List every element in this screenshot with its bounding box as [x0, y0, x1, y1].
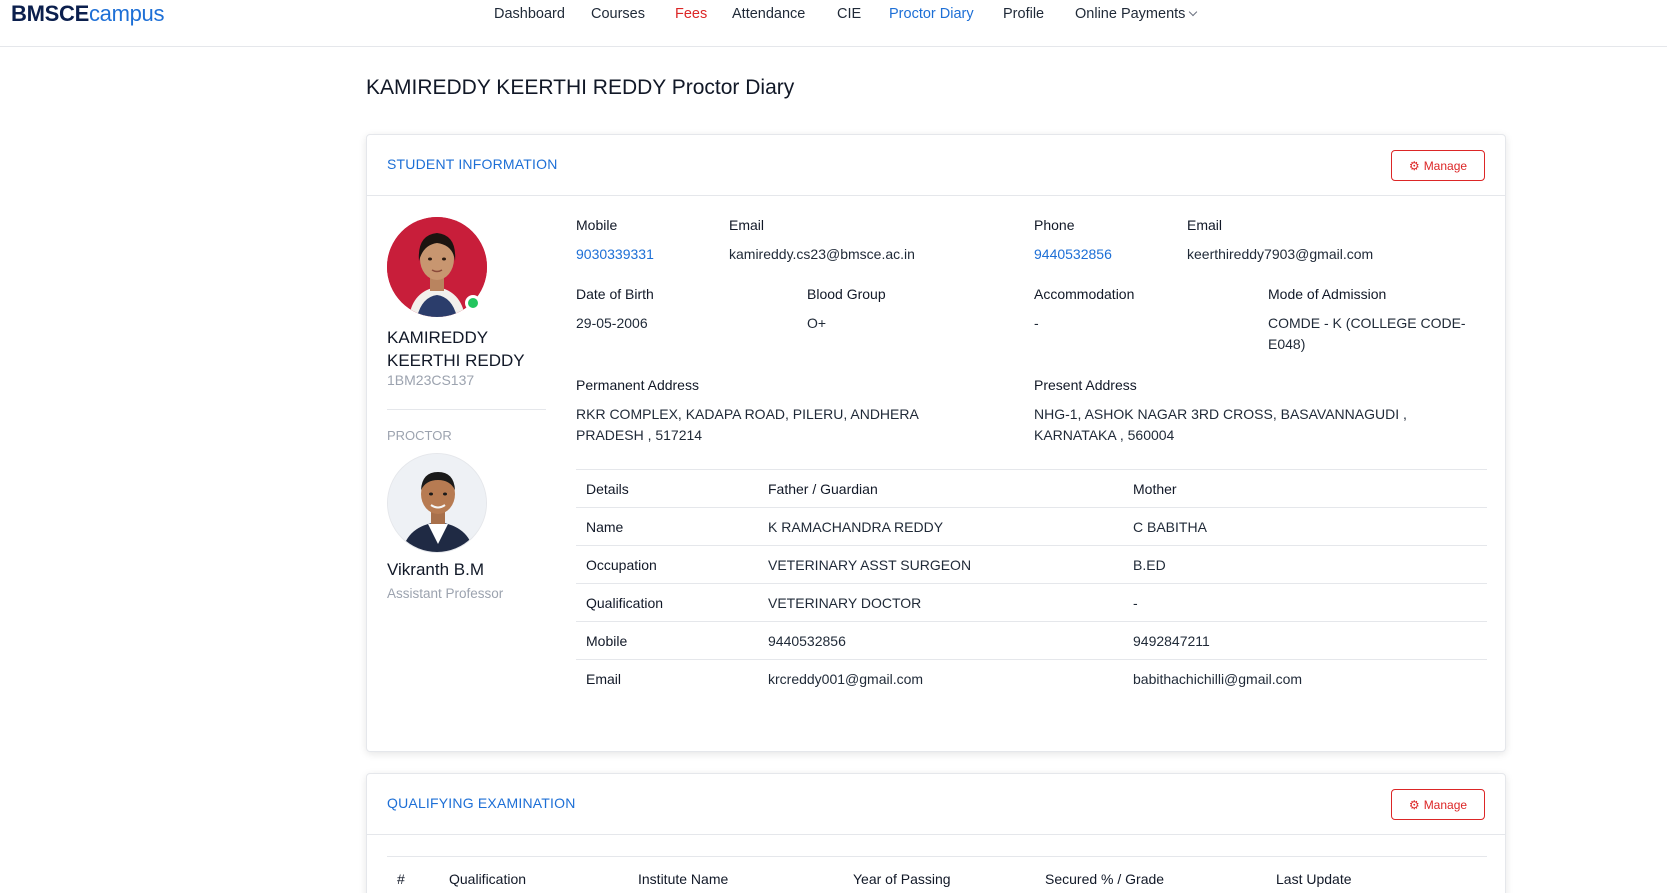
header-qualification: Qualification — [449, 871, 527, 887]
admission-mode-label: Mode of Admission — [1268, 286, 1387, 302]
row-label: Occupation — [576, 545, 758, 584]
manage-qualifying-exam-button[interactable]: ⚙ Manage — [1391, 789, 1485, 820]
mother-value: C BABITHA — [1123, 507, 1487, 546]
nav-cie[interactable]: CIE — [837, 6, 861, 22]
table-row: Mobile 9440532856 9492847211 — [576, 621, 1487, 660]
header-mother: Mother — [1123, 469, 1487, 508]
main-nav: Dashboard Courses Fees Attendance CIE Pr… — [0, 6, 1667, 28]
top-navbar: BMSCEcampus Dashboard Courses Fees Atten… — [0, 0, 1667, 47]
header-details: Details — [576, 469, 758, 508]
manage-button-label: Manage — [1423, 797, 1468, 812]
student-information-title: STUDENT INFORMATION — [387, 156, 558, 172]
present-address-value: NHG-1, ASHOK NAGAR 3RD CROSS, BASAVANNAG… — [1034, 406, 1407, 443]
parents-details-table: Details Father / Guardian Mother Name K … — [576, 469, 1487, 698]
row-label: Mobile — [576, 621, 758, 660]
permanent-address-value: RKR COMPLEX, KADAPA ROAD, PILERU, ANDHER… — [576, 406, 919, 443]
mother-value: B.ED — [1123, 545, 1487, 584]
father-value: VETERINARY DOCTOR — [758, 583, 1123, 622]
dob-label: Date of Birth — [576, 286, 654, 302]
student-name: KAMIREDDY KEERTHI REDDY — [387, 328, 525, 370]
blood-group-label: Blood Group — [807, 286, 886, 302]
nav-online-payments-label: Online Payments — [1075, 6, 1186, 22]
phone-link[interactable]: 9440532856 — [1034, 244, 1112, 265]
nav-profile[interactable]: Profile — [1003, 6, 1044, 22]
proctor-section-label: PROCTOR — [387, 428, 452, 443]
father-value: K RAMACHANDRA REDDY — [758, 507, 1123, 546]
nav-attendance[interactable]: Attendance — [732, 6, 805, 22]
header-institute-name: Institute Name — [638, 871, 729, 887]
row-label: Name — [576, 507, 758, 546]
mother-value: - — [1123, 583, 1487, 622]
header-index: # — [397, 871, 405, 887]
nav-courses[interactable]: Courses — [591, 6, 645, 22]
table-header-row: Details Father / Guardian Mother — [576, 469, 1487, 508]
personal-email-label: Email — [1187, 217, 1223, 233]
father-value: krcreddy001@gmail.com — [758, 659, 1123, 698]
father-value: VETERINARY ASST SURGEON — [758, 545, 1123, 584]
permanent-address-label: Permanent Address — [576, 377, 699, 393]
email-label: Email — [729, 217, 765, 233]
table-row: Qualification VETERINARY DOCTOR - — [576, 583, 1487, 622]
proctor-avatar — [387, 453, 487, 553]
qualifying-exam-table-header: # Qualification Institute Name Year of P… — [387, 856, 1487, 893]
table-row: Email krcreddy001@gmail.com babithachich… — [576, 659, 1487, 698]
admission-mode-value: COMDE - K (COLLEGE CODE-E048) — [1268, 315, 1466, 352]
manage-student-info-button[interactable]: ⚙ Manage — [1391, 150, 1485, 181]
proctor-name: Vikranth B.M — [387, 560, 485, 579]
header-last-update: Last Update — [1276, 871, 1352, 887]
row-label: Qualification — [576, 583, 758, 622]
mobile-label: Mobile — [576, 217, 618, 233]
nav-dashboard[interactable]: Dashboard — [494, 6, 565, 22]
nav-fees[interactable]: Fees — [675, 6, 707, 22]
accommodation-value: - — [1034, 315, 1039, 331]
table-row: Occupation VETERINARY ASST SURGEON B.ED — [576, 545, 1487, 584]
father-value: 9440532856 — [758, 621, 1123, 660]
present-address-label: Present Address — [1034, 377, 1137, 393]
header-father: Father / Guardian — [758, 469, 1123, 508]
card-header: QUALIFYING EXAMINATION ⚙ Manage — [367, 774, 1505, 835]
student-usn: 1BM23CS137 — [387, 372, 475, 388]
proctor-designation: Assistant Professor — [387, 586, 504, 601]
dob-value: 29-05-2006 — [576, 315, 648, 331]
online-status-indicator — [465, 295, 481, 311]
blood-group-value: O+ — [807, 315, 827, 331]
manage-button-label: Manage — [1423, 158, 1468, 173]
divider — [387, 409, 546, 410]
nav-online-payments[interactable]: Online Payments — [1075, 6, 1198, 22]
gears-icon: ⚙ — [1408, 797, 1420, 812]
mobile-link[interactable]: 9030339331 — [576, 244, 654, 265]
mother-value: babithachichilli@gmail.com — [1123, 659, 1487, 698]
student-information-card: STUDENT INFORMATION ⚙ Manage KAMIREDDY K… — [366, 134, 1506, 752]
header-secured-grade: Secured % / Grade — [1045, 871, 1165, 887]
phone-label: Phone — [1034, 217, 1075, 233]
email-value: kamireddy.cs23@bmsce.ac.in — [729, 246, 915, 262]
chevron-down-icon — [1189, 7, 1198, 17]
gears-icon: ⚙ — [1408, 158, 1420, 173]
accommodation-label: Accommodation — [1034, 286, 1135, 302]
mother-value: 9492847211 — [1123, 621, 1487, 660]
qualifying-examination-card: QUALIFYING EXAMINATION ⚙ Manage # Qualif… — [366, 773, 1506, 893]
nav-proctor-diary[interactable]: Proctor Diary — [889, 6, 974, 22]
personal-email-value: keerthireddy7903@gmail.com — [1187, 246, 1374, 262]
row-label: Email — [576, 659, 758, 698]
qualifying-examination-title: QUALIFYING EXAMINATION — [387, 795, 576, 811]
header-year-of-passing: Year of Passing — [853, 871, 951, 887]
page-title: KAMIREDDY KEERTHI REDDY Proctor Diary — [366, 76, 795, 99]
table-row: Name K RAMACHANDRA REDDY C BABITHA — [576, 507, 1487, 546]
card-header: STUDENT INFORMATION ⚙ Manage — [367, 135, 1505, 196]
